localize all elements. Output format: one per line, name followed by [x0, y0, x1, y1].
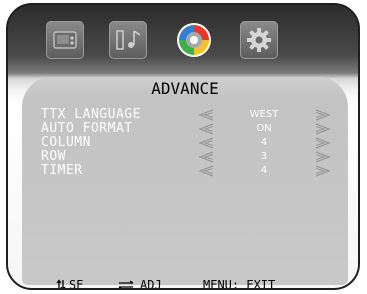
item-value: 4	[260, 165, 268, 176]
arrow-left-icon	[198, 151, 214, 163]
item-value: 3	[260, 151, 268, 162]
item-label: TTX LANGUAGE	[41, 107, 141, 122]
menu-row-row[interactable]: ROW 3	[22, 150, 348, 164]
tab-sound[interactable]	[109, 21, 147, 59]
arrow-right-icon	[315, 109, 331, 121]
menu-row-auto-format[interactable]: AUTO FORMAT ON	[22, 122, 348, 136]
arrow-left-icon	[198, 137, 214, 149]
tab-setup[interactable]	[240, 21, 278, 59]
item-label: TIMER	[41, 163, 83, 178]
gear-icon	[247, 28, 271, 52]
item-label: AUTO FORMAT	[41, 121, 133, 136]
arrow-left-icon	[198, 123, 214, 135]
menu-title: ADVANCE	[151, 79, 219, 98]
footer-hints: SE ADJ MENU: EXIT	[22, 277, 348, 290]
sound-icon	[116, 30, 141, 50]
item-value: WEST	[249, 109, 279, 120]
advance-icon	[177, 23, 211, 57]
tab-advance[interactable]	[175, 21, 213, 59]
arrow-left-icon	[198, 109, 214, 121]
menu-exit-hint: MENU: EXIT	[203, 277, 276, 290]
picture-icon	[53, 31, 77, 49]
menu-row-timer[interactable]: TIMER 4	[22, 164, 348, 178]
menu-row-ttx-language[interactable]: TTX LANGUAGE WEST	[22, 108, 348, 122]
arrow-left-icon	[198, 165, 214, 177]
osd-menu-window: ADVANCE TTX LANGUAGE WEST AUTO FORMAT ON…	[6, 3, 360, 290]
tab-picture[interactable]	[46, 21, 84, 59]
left-right-arrows-icon	[118, 280, 134, 288]
adjust-hint: ADJ	[118, 277, 162, 290]
arrow-right-icon	[315, 151, 331, 163]
menu-panel: ADVANCE TTX LANGUAGE WEST AUTO FORMAT ON…	[22, 77, 348, 285]
item-value: 4	[260, 137, 268, 148]
up-down-arrows-icon	[56, 279, 66, 288]
item-label: COLUMN	[41, 135, 91, 150]
arrow-right-icon	[315, 137, 331, 149]
adjust-hint-label: ADJ	[140, 278, 162, 290]
menu-exit-label: MENU: EXIT	[203, 278, 276, 290]
select-hint: SE	[56, 277, 84, 290]
select-hint-label: SE	[69, 278, 84, 290]
item-label: ROW	[41, 149, 66, 164]
item-value: ON	[256, 123, 272, 134]
arrow-right-icon	[315, 123, 331, 135]
tab-bar	[46, 17, 326, 69]
menu-row-column[interactable]: COLUMN 4	[22, 136, 348, 150]
arrow-right-icon	[315, 165, 331, 177]
